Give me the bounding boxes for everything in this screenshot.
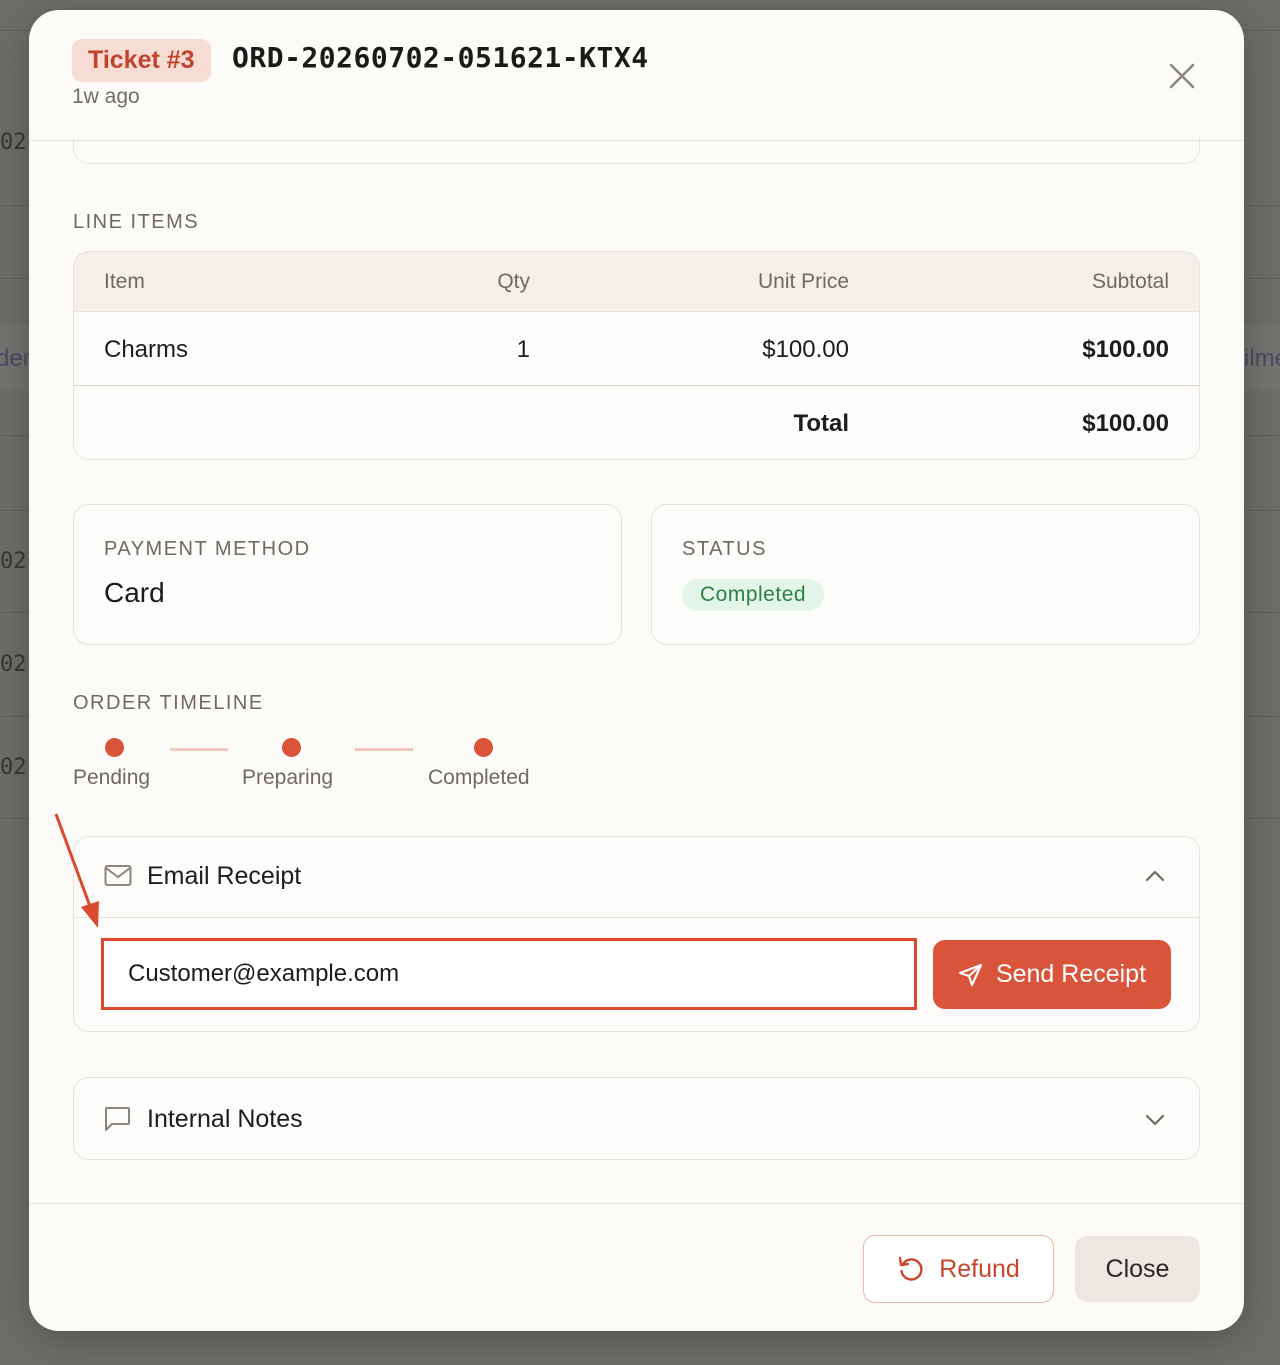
column-header-item: Item <box>104 270 145 293</box>
mail-icon <box>104 865 132 886</box>
order-timeline-label: ORDER TIMELINE <box>73 692 264 714</box>
item-qty: 1 <box>516 336 530 363</box>
order-detail-modal: Ticket #3 ORD-20260702-051621-KTX4 1w ag… <box>29 10 1244 1331</box>
time-ago: 1w ago <box>72 85 140 108</box>
table-total-row: Total $100.00 <box>74 386 1199 459</box>
status-badge: Completed <box>682 579 825 611</box>
send-receipt-label: Send Receipt <box>995 960 1147 988</box>
close-button[interactable]: Close <box>1075 1236 1200 1302</box>
column-header-subtotal: Subtotal <box>1091 270 1169 293</box>
close-label: Close <box>1105 1254 1170 1283</box>
payment-method-label: PAYMENT METHOD <box>104 538 311 560</box>
bg-text: 02 <box>0 755 27 780</box>
item-unit-price: $100.00 <box>762 336 849 363</box>
line-items-label: LINE ITEMS <box>73 211 200 233</box>
internal-notes-section[interactable]: Internal Notes <box>73 1077 1200 1160</box>
item-subtotal: $100.00 <box>1082 336 1169 363</box>
timeline-label-completed: Completed <box>428 766 530 789</box>
table-row: Charms 1 $100.00 $100.00 <box>74 312 1199 386</box>
email-receipt-header[interactable]: Email Receipt <box>74 837 1199 918</box>
bg-text: der <box>0 345 31 372</box>
timeline-dot-pending <box>105 738 124 757</box>
email-receipt-title: Email Receipt <box>147 862 302 890</box>
timeline-connector <box>170 748 228 751</box>
column-header-unit-price: Unit Price <box>757 270 849 293</box>
refund-icon <box>898 1256 923 1281</box>
email-input[interactable] <box>101 938 917 1010</box>
timeline-dot-preparing <box>282 738 301 757</box>
timeline-dot-completed <box>474 738 493 757</box>
column-header-qty: Qty <box>497 270 530 293</box>
scrolled-card-edge <box>73 138 1200 164</box>
refund-button[interactable]: Refund <box>863 1235 1054 1303</box>
send-icon <box>958 963 983 986</box>
line-items-table: Item Qty Unit Price Subtotal Charms 1 $1… <box>73 251 1200 460</box>
timeline-label-preparing: Preparing <box>242 766 334 789</box>
bg-text: 02 <box>0 130 27 155</box>
status-card: STATUS Completed <box>651 504 1200 645</box>
status-label: STATUS <box>682 538 767 560</box>
ticket-badge: Ticket #3 <box>72 39 211 82</box>
modal-header: Ticket #3 ORD-20260702-051621-KTX4 1w ag… <box>29 10 1244 141</box>
chevron-down-icon[interactable] <box>1144 1112 1166 1128</box>
order-id: ORD-20260702-051621-KTX4 <box>232 41 649 74</box>
internal-notes-title: Internal Notes <box>147 1105 303 1133</box>
send-receipt-button[interactable]: Send Receipt <box>933 940 1171 1009</box>
payment-method-value: Card <box>104 577 165 608</box>
timeline-label-pending: Pending <box>73 766 151 789</box>
bg-text: 02 <box>0 652 27 677</box>
total-value: $100.00 <box>1082 410 1169 437</box>
table-header: Item Qty Unit Price Subtotal <box>74 252 1199 312</box>
bg-text: ilme <box>1244 345 1280 372</box>
bg-text: 02 <box>0 549 27 574</box>
payment-method-card: PAYMENT METHOD Card <box>73 504 622 645</box>
total-label: Total <box>793 410 849 437</box>
email-receipt-section: Email Receipt Send Receipt <box>73 836 1200 1032</box>
timeline-connector <box>355 748 413 751</box>
item-name: Charms <box>104 336 189 363</box>
refund-label: Refund <box>939 1254 1020 1283</box>
chevron-up-icon[interactable] <box>1144 868 1166 884</box>
chat-bubble-icon <box>105 1107 130 1131</box>
modal-footer: Refund Close <box>29 1203 1244 1331</box>
close-icon[interactable] <box>1166 60 1198 92</box>
